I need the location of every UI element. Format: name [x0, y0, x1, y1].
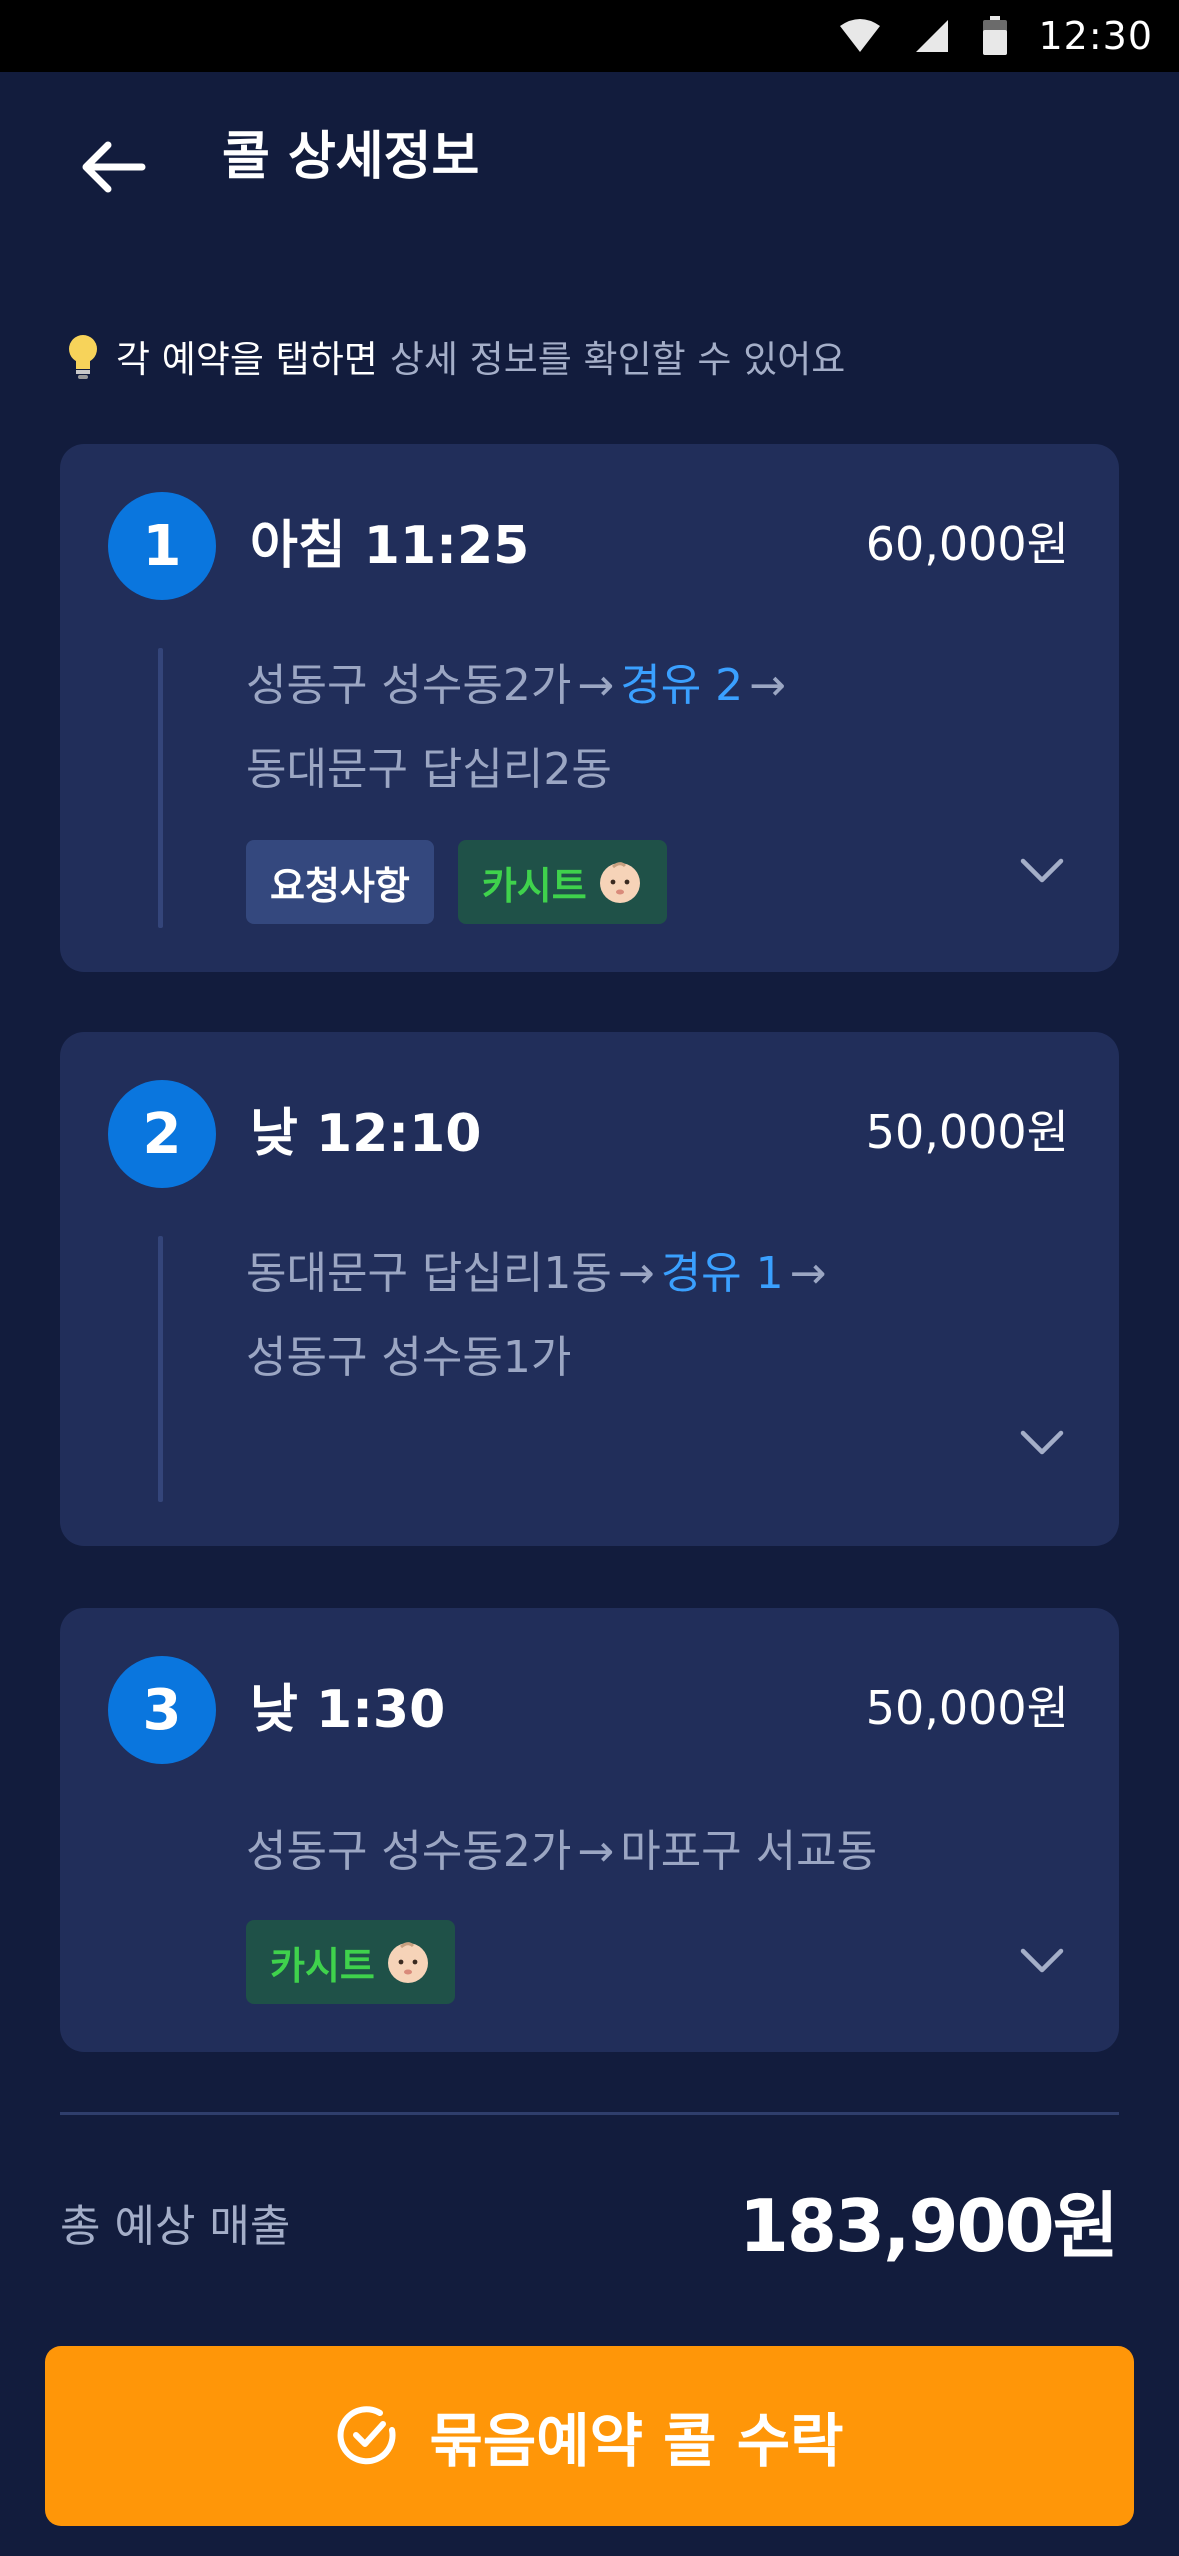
- route-waypoint: 경유 1: [660, 1248, 784, 1299]
- route-destination: 성동구 성수동1가: [246, 1332, 572, 1383]
- carseat-tag-label: 카시트: [270, 1943, 375, 1988]
- call-tags: 요청사항 카시트: [246, 840, 667, 924]
- route-waypoint: 경유 2: [620, 660, 744, 711]
- route-origin: 동대문구 답십리1동: [246, 1248, 612, 1299]
- route-arrow: →: [617, 1248, 655, 1299]
- expand-chevron[interactable]: [1015, 1416, 1069, 1470]
- request-tag-label: 요청사항: [270, 863, 410, 908]
- call-price: 50,000원: [865, 1681, 1069, 1735]
- call-number-badge: 1: [108, 492, 216, 600]
- summary-divider: [60, 2112, 1119, 2115]
- carseat-tag: 카시트: [246, 1920, 455, 2004]
- hint-rest: 상세 정보를 확인할 수 있어요: [389, 338, 846, 381]
- check-circle-icon: [337, 2406, 396, 2465]
- accept-button-label: 묶음예약 콜 수락: [429, 2407, 844, 2475]
- cellular-signal-icon: [916, 20, 949, 52]
- call-card-3[interactable]: 3 낮 1:30 50,000원 성동구 성수동2가 → 마포구 서교동 카시트: [60, 1608, 1119, 2052]
- call-number-badge: 3: [108, 1656, 216, 1764]
- call-card-1[interactable]: 1 아침 11:25 60,000원 성동구 성수동2가 → 경유 2 → 동대문구 …: [60, 444, 1119, 972]
- hint-text: 각 예약을 탭하면 상세 정보를 확인할 수 있어요: [62, 326, 845, 386]
- header: 콜 상세정보: [0, 72, 1179, 242]
- baby-face-icon: [387, 1942, 428, 1983]
- call-time: 아침 11:25: [250, 516, 530, 576]
- status-bar: 12:30: [0, 0, 1179, 72]
- chevron-down-icon: [1020, 1948, 1064, 1973]
- route-line: [158, 1236, 163, 1502]
- accept-bundle-button[interactable]: 묶음예약 콜 수락: [45, 2346, 1134, 2526]
- route-arrow: →: [789, 1248, 827, 1299]
- back-arrow-icon: [82, 141, 146, 193]
- route-text: 동대문구 답십리1동 → 경유 1 → 성동구 성수동1가: [246, 1232, 1046, 1400]
- battery-icon: [983, 16, 1008, 55]
- status-time: 12:30: [1038, 14, 1153, 58]
- back-button[interactable]: [68, 122, 158, 212]
- request-tag: 요청사항: [246, 840, 434, 924]
- route-text: 성동구 성수동2가 → 마포구 서교동: [246, 1810, 1046, 1894]
- chevron-down-icon: [1020, 1430, 1064, 1455]
- route-line: [158, 648, 163, 928]
- call-tags: 카시트: [246, 1920, 455, 2004]
- lightbulb-icon: [69, 335, 97, 379]
- hint-lead: 각 예약을 탭하면: [116, 338, 378, 381]
- call-number-badge: 2: [108, 1080, 216, 1188]
- route-destination: 마포구 서교동: [620, 1826, 878, 1877]
- call-card-2[interactable]: 2 낮 12:10 50,000원 동대문구 답십리1동 → 경유 1 → 성동구 성…: [60, 1032, 1119, 1546]
- route-text: 성동구 성수동2가 → 경유 2 → 동대문구 답십리2동: [246, 644, 1046, 812]
- route-arrow: →: [749, 660, 787, 711]
- route-origin: 성동구 성수동2가: [246, 660, 572, 711]
- total-revenue-label: 총 예상 매출: [60, 2201, 291, 2252]
- total-revenue-value: 183,900원: [738, 2184, 1119, 2268]
- route-destination: 동대문구 답십리2동: [246, 744, 612, 795]
- route-arrow: →: [577, 1826, 615, 1877]
- call-price: 50,000원: [865, 1105, 1069, 1159]
- call-price: 60,000원: [865, 517, 1069, 571]
- page-title: 콜 상세정보: [222, 127, 480, 187]
- chevron-down-icon: [1020, 858, 1064, 883]
- call-time: 낮 12:10: [250, 1104, 482, 1164]
- baby-face-icon: [599, 862, 640, 903]
- call-time: 낮 1:30: [250, 1680, 446, 1740]
- route-origin: 성동구 성수동2가: [246, 1826, 572, 1877]
- carseat-tag: 카시트: [457, 840, 667, 924]
- carseat-tag-label: 카시트: [481, 863, 587, 908]
- wifi-icon: [840, 19, 881, 52]
- expand-chevron[interactable]: [1015, 844, 1069, 898]
- expand-chevron[interactable]: [1015, 1934, 1069, 1988]
- route-arrow: →: [577, 660, 615, 711]
